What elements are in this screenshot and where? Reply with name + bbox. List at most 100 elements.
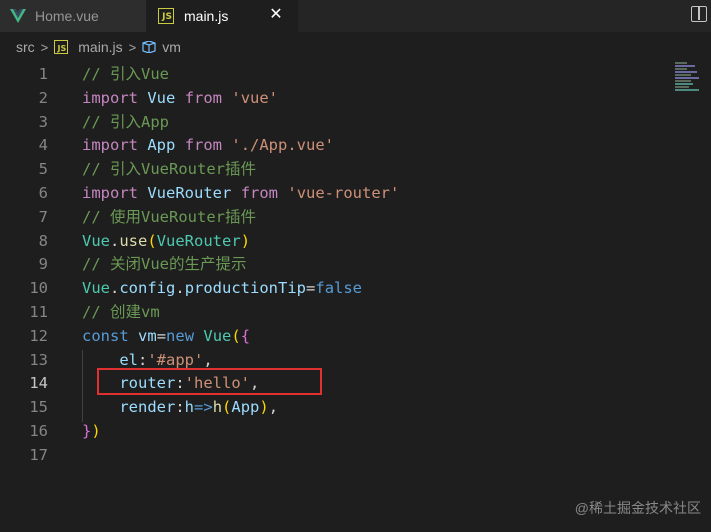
code-token: '#app' — [147, 350, 204, 369]
code-token: // 使用VueRouter插件 — [82, 207, 256, 226]
line-number: 3 — [38, 112, 48, 131]
code-token: import — [82, 136, 138, 155]
code-token: // 引入Vue — [82, 65, 169, 83]
code-token: './App.vue' — [231, 136, 335, 155]
code-token: VueRouter — [156, 231, 241, 250]
line-number: 4 — [38, 136, 48, 155]
code-token: . — [110, 231, 120, 250]
code-line[interactable]: 17 — [0, 443, 711, 467]
code-token: // 引入App — [82, 112, 169, 131]
code-token: , — [268, 398, 279, 417]
variable-icon — [142, 41, 156, 53]
code-token: . — [110, 279, 120, 298]
code-token: el — [119, 350, 138, 369]
line-number: 6 — [38, 184, 48, 202]
breadcrumb-symbol[interactable]: vm — [162, 39, 181, 55]
code-token: ( — [222, 398, 232, 417]
js-icon: JS — [54, 40, 69, 54]
line-number: 12 — [29, 326, 48, 345]
code-token: : — [138, 350, 148, 369]
code-token: Vue — [203, 326, 232, 345]
code-token: ) — [259, 398, 269, 417]
code-text: render:h=>h(App), — [82, 395, 278, 419]
tab-label: Home.vue — [35, 8, 99, 24]
close-icon[interactable]: ✕ — [268, 7, 284, 23]
code-token: from — [184, 88, 223, 107]
code-text: Vue.config.productionTip=false — [82, 276, 362, 300]
code-line[interactable]: 2 import Vue from 'vue' — [0, 86, 711, 110]
line-number: 10 — [29, 279, 48, 298]
code-token: 'vue' — [231, 88, 279, 107]
code-token: ) — [240, 231, 251, 250]
code-token: import — [82, 88, 138, 107]
code-token: new — [166, 326, 195, 345]
code-token: , — [203, 350, 213, 369]
tab-home-vue[interactable]: Home.vue — [0, 0, 146, 32]
code-line[interactable]: 16}) — [0, 419, 711, 443]
line-number: 5 — [38, 160, 48, 179]
js-icon: JS — [158, 8, 174, 24]
code-token: ( — [231, 326, 241, 345]
code-editor[interactable]: 1 // 引入Vue 2 import Vue from 'vue' 3 // 引入App… — [0, 62, 711, 532]
code-token: ) — [91, 422, 101, 440]
code-line[interactable]: 9 // 关闭Vue的生产提示 — [0, 252, 711, 276]
code-token: . — [175, 279, 185, 298]
code-line[interactable]: 1 // 引入Vue — [0, 62, 711, 86]
code-token: config — [119, 279, 176, 298]
code-line[interactable]: 5 // 引入VueRouter插件 — [0, 157, 711, 181]
code-token: false — [315, 279, 363, 298]
watermark: @稀土掘金技术社区 — [574, 500, 701, 516]
code-token: : — [175, 398, 185, 417]
code-token: from — [184, 136, 223, 155]
code-text: // 引入App — [82, 110, 169, 134]
code-line[interactable]: 15 render:h=>h(App), — [0, 395, 711, 419]
tab-bar: Home.vue JS main.js ✕ — [0, 0, 711, 32]
split-editor-icon[interactable] — [691, 6, 707, 22]
chevron-right-icon: > — [40, 39, 49, 55]
code-token: = — [306, 279, 316, 298]
code-text: Vue.use(VueRouter) — [82, 229, 250, 253]
line-number: 17 — [29, 445, 48, 464]
code-line[interactable]: 10 Vue.config.productionTip=false — [0, 276, 711, 300]
line-number: 9 — [38, 255, 48, 274]
code-token: from — [240, 184, 279, 202]
code-text: import VueRouter from 'vue-router' — [82, 181, 399, 205]
code-token: vm — [138, 326, 157, 345]
chevron-right-icon: > — [128, 39, 137, 55]
line-number: 2 — [38, 88, 48, 107]
code-token: import — [82, 184, 138, 202]
code-token: // 关闭Vue的生产提示 — [82, 255, 247, 274]
breadcrumb: src > JS main.js > vm — [0, 36, 181, 58]
highlight-annotation — [97, 368, 322, 395]
breadcrumb-folder[interactable]: src — [16, 39, 35, 55]
code-line[interactable]: 11 // 创建vm — [0, 300, 711, 324]
code-token: => — [194, 398, 213, 417]
code-token: App — [147, 136, 176, 155]
code-line[interactable]: 6 import VueRouter from 'vue-router' — [0, 181, 711, 205]
code-line[interactable]: 3 // 引入App — [0, 110, 711, 134]
code-text: // 引入VueRouter插件 — [82, 157, 256, 181]
line-number: 8 — [38, 231, 48, 250]
code-token: productionTip — [184, 279, 307, 298]
code-line[interactable]: 8 Vue.use(VueRouter) — [0, 229, 711, 253]
code-line[interactable]: 4 import App from './App.vue' — [0, 133, 711, 157]
tab-main-js[interactable]: JS main.js ✕ — [146, 0, 298, 32]
breadcrumb-file[interactable]: main.js — [78, 39, 122, 55]
code-token: { — [240, 326, 251, 345]
code-line[interactable]: 7 // 使用VueRouter插件 — [0, 205, 711, 229]
code-text: // 创建vm — [82, 300, 160, 324]
line-number: 11 — [29, 303, 48, 321]
code-text: import Vue from 'vue' — [82, 86, 278, 110]
line-number: 7 — [38, 207, 48, 226]
code-line[interactable]: 12 const vm=new Vue({ — [0, 324, 711, 348]
line-number: 14 — [29, 374, 48, 393]
